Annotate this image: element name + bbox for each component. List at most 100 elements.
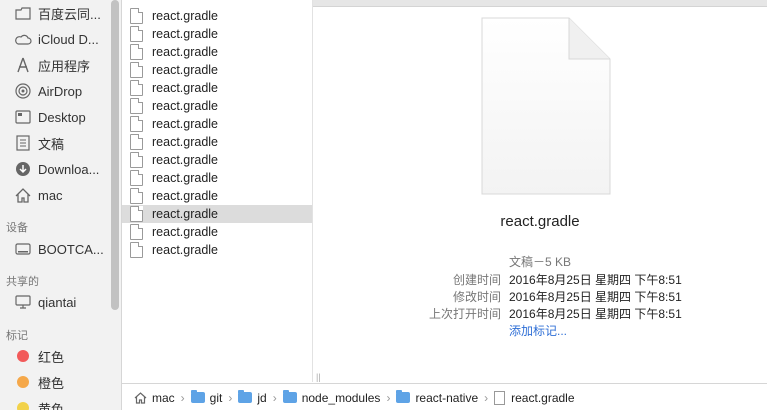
sidebar-item-airdrop[interactable]: AirDrop: [0, 80, 110, 102]
sidebar-item-label: BOOTCA...: [38, 241, 104, 257]
file-name: react.gradle: [152, 243, 219, 257]
folder-icon: [396, 390, 411, 403]
home-icon: [14, 186, 32, 204]
file-icon: [130, 44, 143, 60]
path-bar: mac › git › jd › node_modules › react-na…: [122, 383, 767, 411]
file-name: react.gradle: [152, 207, 219, 221]
red-tag-icon: [17, 350, 29, 362]
file-row[interactable]: react.gradle: [122, 241, 312, 259]
sidebar-item-label: mac: [38, 187, 63, 203]
file-name: react.gradle: [152, 99, 219, 113]
file-row[interactable]: react.gradle: [122, 151, 312, 169]
file-name: react.gradle: [152, 225, 219, 239]
file-row[interactable]: react.gradle: [122, 115, 312, 133]
sidebar-item-applications[interactable]: 应用程序: [0, 54, 110, 76]
crumb-label: mac: [152, 390, 175, 405]
applications-icon: [14, 56, 32, 74]
path-crumb-mac[interactable]: mac: [134, 391, 175, 405]
meta-opened-row: 上次打开时间 2016年8月25日 星期四 下午8:51: [313, 305, 767, 321]
sidebar-item-bootcamp[interactable]: BOOTCA...: [0, 238, 110, 260]
meta-kind-row: 文稿－5 KB: [313, 253, 767, 269]
meta-tags-row: 添加标记...: [313, 322, 767, 338]
yellow-tag-icon: [17, 402, 29, 410]
file-icon: [494, 390, 506, 405]
sidebar-item-label: 文稿: [38, 136, 65, 152]
sidebar-item-documents[interactable]: 文稿: [0, 132, 110, 154]
file-name: react.gradle: [152, 171, 219, 185]
cloud-icon: [14, 30, 32, 48]
column-resize-handle[interactable]: ||: [316, 372, 321, 382]
document-thumbnail-icon: [481, 17, 611, 195]
folder-icon: [190, 390, 205, 403]
add-tags-link[interactable]: 添加标记...: [509, 322, 567, 339]
sidebar-scrollbar[interactable]: [111, 0, 119, 310]
path-crumb-react-native[interactable]: react-native: [396, 390, 479, 405]
modified-label: 修改时间: [452, 290, 501, 304]
tag-label: 橙色: [38, 375, 65, 391]
file-row[interactable]: react.gradle: [122, 187, 312, 205]
crumb-label: git: [209, 390, 223, 405]
sidebar-item-baiduyun[interactable]: 百度云同...: [0, 2, 110, 24]
file-name: react.gradle: [152, 63, 219, 77]
sidebar-item-label: AirDrop: [38, 83, 83, 99]
path-crumb-jd[interactable]: jd: [238, 390, 267, 405]
shared-header: 共享的: [6, 276, 39, 288]
tag-orange[interactable]: 橙色: [0, 371, 110, 393]
airdrop-icon: [14, 82, 32, 100]
file-row[interactable]: react.gradle: [122, 169, 312, 187]
file-icon: [130, 26, 143, 42]
meta-modified-row: 修改时间 2016年8月25日 星期四 下午8:51: [313, 288, 767, 304]
folder-icon: [282, 390, 297, 403]
sidebar-item-desktop[interactable]: Desktop: [0, 106, 110, 128]
sidebar-item-label: iCloud D...: [38, 31, 99, 47]
file-icon: [130, 62, 143, 78]
file-name: react.gradle: [152, 45, 219, 59]
crumb-label: react-native: [415, 390, 479, 405]
sidebar-item-qiantai[interactable]: qiantai: [0, 291, 110, 313]
path-crumb-git[interactable]: git: [190, 390, 223, 405]
path-crumb-file[interactable]: react.gradle: [494, 390, 575, 405]
home-icon: [134, 391, 147, 404]
chevron-right-icon: ›: [386, 390, 391, 405]
file-name: react.gradle: [152, 9, 219, 23]
sidebar-item-downloads[interactable]: Downloa...: [0, 158, 110, 180]
file-row[interactable]: react.gradle: [122, 223, 312, 241]
downloads-icon: [14, 160, 32, 178]
file-row[interactable]: react.gradle: [122, 61, 312, 79]
file-row[interactable]: react.gradle: [122, 133, 312, 151]
sidebar-item-home[interactable]: mac: [0, 184, 110, 206]
file-row-selected[interactable]: react.gradle: [122, 205, 312, 223]
file-row[interactable]: react.gradle: [122, 43, 312, 61]
path-crumb-node-modules[interactable]: node_modules: [282, 390, 381, 405]
sidebar-item-label: Desktop: [38, 109, 86, 125]
file-row[interactable]: react.gradle: [122, 79, 312, 97]
sidebar-item-label: 百度云同...: [38, 6, 101, 22]
crumb-label: node_modules: [301, 390, 381, 405]
last-opened-label: 上次打开时间: [428, 307, 501, 321]
file-name: react.gradle: [152, 153, 219, 167]
chevron-right-icon: ›: [180, 390, 185, 405]
documents-icon: [14, 134, 32, 152]
file-icon: [130, 242, 143, 258]
tag-label: 黄色: [38, 401, 65, 411]
file-row[interactable]: react.gradle: [122, 7, 312, 25]
tag-red[interactable]: 红色: [0, 345, 110, 367]
file-name: react.gradle: [152, 81, 219, 95]
file-row[interactable]: react.gradle: [122, 97, 312, 115]
file-icon: [130, 206, 143, 222]
file-name: react.gradle: [152, 189, 219, 203]
file-icon: [130, 224, 143, 240]
sidebar-item-label: qiantai: [38, 294, 77, 310]
file-kind-size: 文稿－5 KB: [509, 255, 572, 269]
file-icon: [130, 8, 143, 24]
tag-yellow[interactable]: 黄色: [0, 397, 110, 410]
preview-file-name: react.gradle: [500, 213, 580, 230]
chevron-right-icon: ›: [228, 390, 233, 405]
created-label: 创建时间: [452, 273, 501, 287]
chevron-right-icon: ›: [272, 390, 277, 405]
sidebar-item-icloud[interactable]: iCloud D...: [0, 28, 110, 50]
file-name: react.gradle: [152, 27, 219, 41]
file-icon: [130, 152, 143, 168]
file-row[interactable]: react.gradle: [122, 25, 312, 43]
file-icon: [130, 188, 143, 204]
